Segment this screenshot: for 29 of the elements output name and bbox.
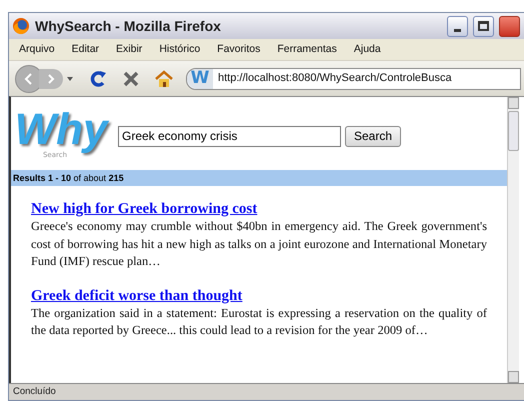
menu-item[interactable]: Ferramentas <box>277 42 337 58</box>
address-bar[interactable]: W http://localhost:8080/WhySearch/ControleBusca <box>186 68 521 90</box>
window-title: WhySearch - Mozilla Firefox <box>35 16 221 36</box>
address-text: http://localhost:8080/WhySearch/ControleBusca <box>218 71 452 86</box>
close-button[interactable] <box>499 16 520 36</box>
menu-item[interactable]: Favoritos <box>217 42 260 58</box>
browser-logo-icon <box>12 17 30 35</box>
menu-item[interactable]: Editar <box>72 42 100 58</box>
search-button[interactable]: Search <box>345 126 402 146</box>
result-link[interactable]: Greek deficit worse than thought <box>31 286 242 304</box>
result-link[interactable]: New high for Greek borrowing cost <box>31 200 258 218</box>
dropdown-caret-icon[interactable] <box>66 76 74 82</box>
search-field[interactable]: Greek economy crisis <box>118 126 341 146</box>
reload-icon[interactable] <box>88 68 108 88</box>
menu-item[interactable]: Exibir <box>116 42 142 58</box>
menu-item[interactable]: Arquivo <box>19 42 55 58</box>
result-snippet: Greece's economy may crumble without $40bn in emergency aid. The Greek government's cost of borrowing has hit a new high as talks on a joint eurozone and International Monetary Fund (IMF) rescue plan… <box>31 218 487 270</box>
menu-item[interactable]: Histórico <box>159 42 200 58</box>
status-text: Concluído <box>13 386 56 398</box>
menu-item[interactable]: Ajuda <box>354 42 381 58</box>
results-summary: Results 1 - 10 of about 215 <box>11 170 507 186</box>
stop-icon[interactable] <box>122 70 140 88</box>
result-snippet: The organization said in a statement: Eurostat is expressing a reservation on the quality of the data reported by Greece... this could lead to a revision for the year 2009 of… <box>31 304 487 339</box>
home-icon[interactable] <box>154 68 174 88</box>
minimize-button[interactable] <box>447 16 468 36</box>
logo-title: Why <box>14 106 108 154</box>
scrollbar[interactable] <box>507 97 519 383</box>
maximize-button[interactable] <box>473 16 494 36</box>
site-icon: W <box>187 68 213 88</box>
